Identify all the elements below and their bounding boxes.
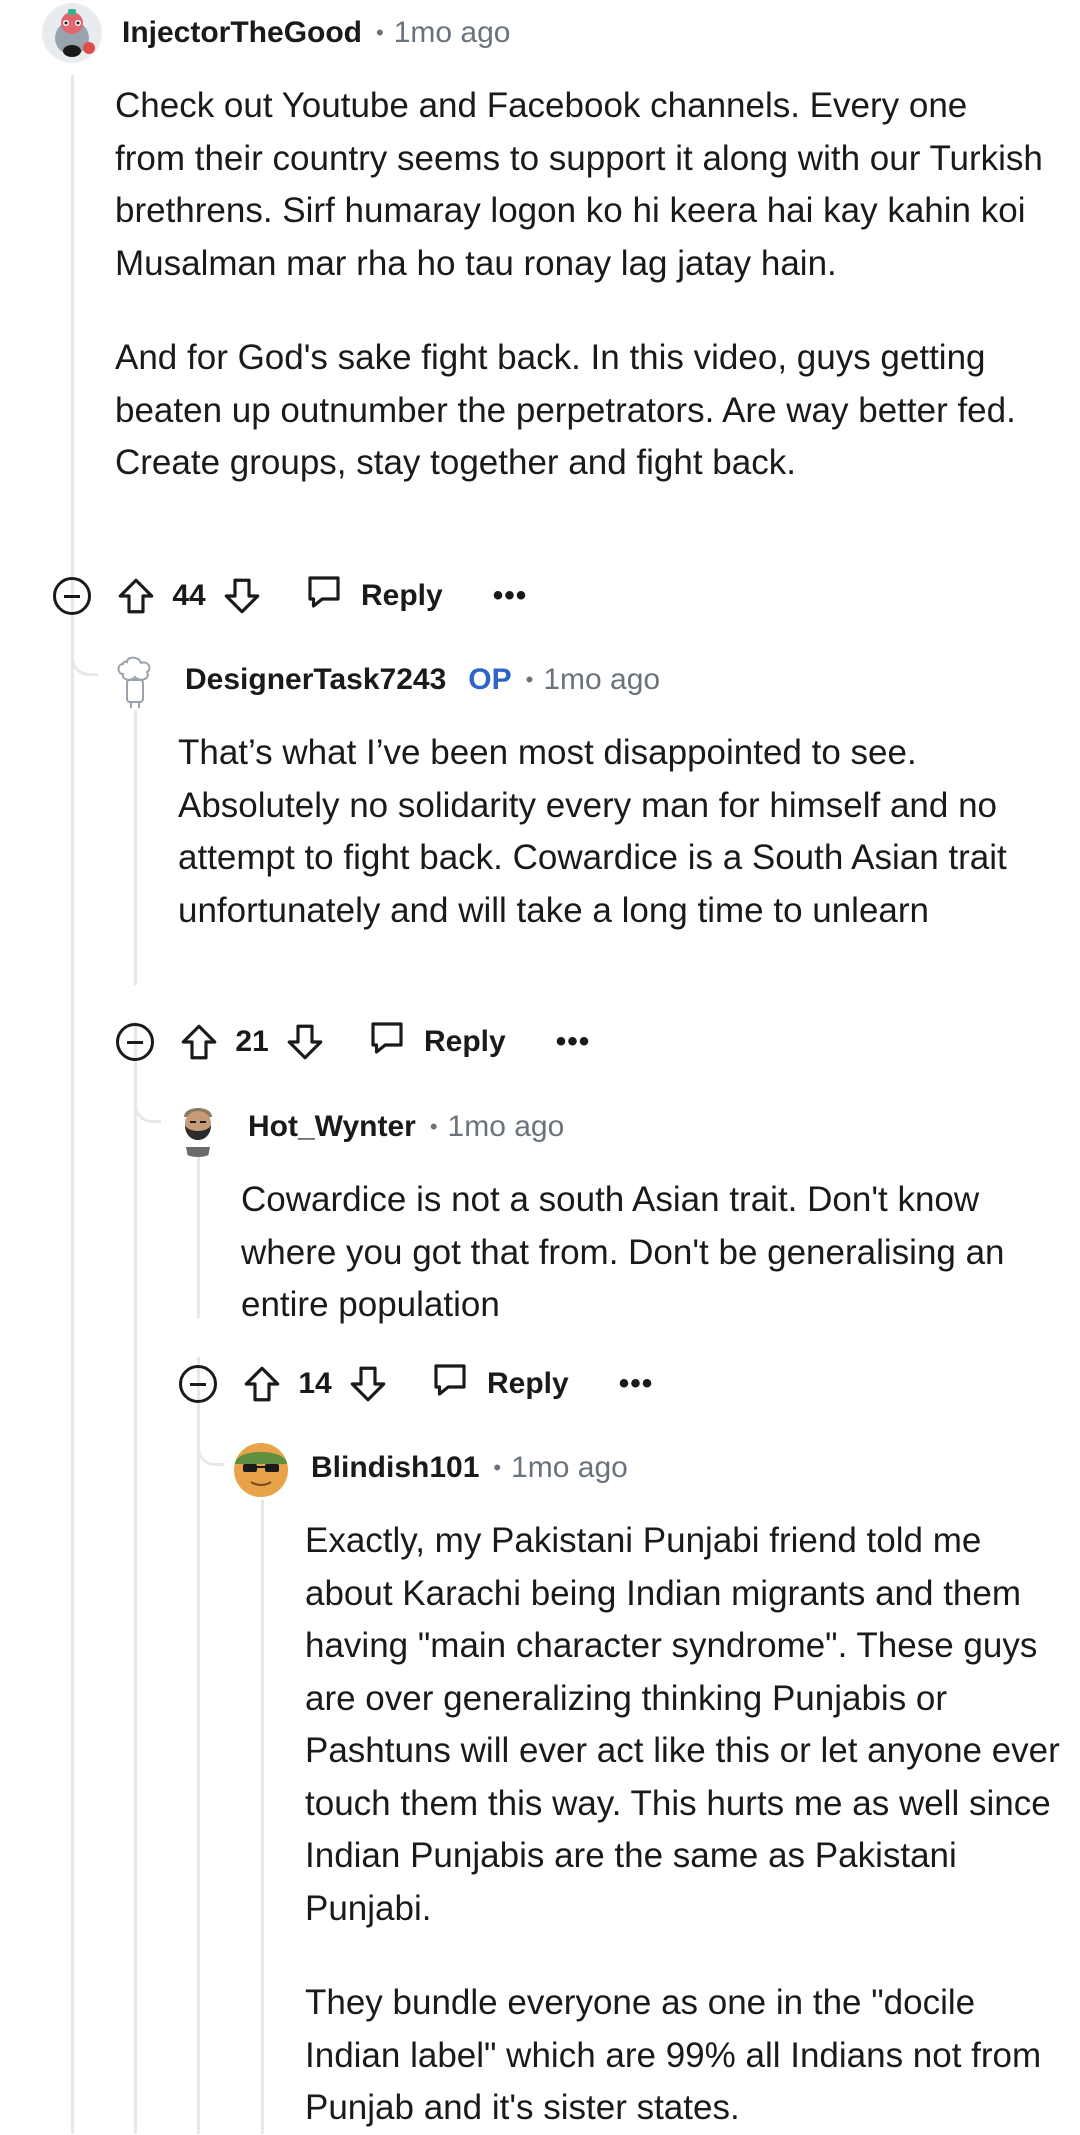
upvote-icon[interactable] <box>241 1363 283 1405</box>
more-options-button[interactable]: ••• <box>556 1025 591 1059</box>
thread-line-level-4[interactable] <box>261 1500 264 2134</box>
collapse-thread-button[interactable] <box>179 1365 217 1403</box>
comment-body: That’s what I’ve been most disappointed … <box>178 727 1058 937</box>
reply-label: Reply <box>361 579 443 612</box>
comment-bubble-icon <box>429 1359 487 1409</box>
paragraph: That’s what I’ve been most disappointed … <box>178 733 1007 930</box>
comment-actions: 14 Reply ••• <box>179 1354 653 1414</box>
avatar[interactable] <box>42 3 102 63</box>
comment-body: Check out Youtube and Facebook channels.… <box>115 80 1045 490</box>
username[interactable]: Blindish101 <box>311 1451 479 1485</box>
comment-header: Hot_Wynter • 1mo ago <box>168 1097 564 1157</box>
more-options-button[interactable]: ••• <box>619 1367 654 1401</box>
thread-line-level-2-top[interactable] <box>134 710 137 985</box>
timestamp-text: 1mo ago <box>447 1110 565 1143</box>
vote-controls: 44 <box>115 575 263 617</box>
vote-score: 44 <box>172 579 206 612</box>
op-badge: OP <box>468 663 512 696</box>
timestamp-text: 1mo ago <box>393 16 511 49</box>
reply-label: Reply <box>487 1367 569 1400</box>
timestamp: • 1mo ago <box>525 663 661 696</box>
comment-bubble-icon <box>366 1017 424 1067</box>
upvote-icon[interactable] <box>115 575 157 617</box>
avatar[interactable] <box>168 1097 228 1157</box>
vote-controls: 21 <box>178 1021 326 1063</box>
avatar[interactable] <box>231 1438 291 1498</box>
vote-score: 21 <box>235 1025 269 1058</box>
timestamp: • 1mo ago <box>493 1451 628 1484</box>
thread-elbow-3 <box>197 1441 224 1466</box>
upvote-icon[interactable] <box>178 1021 220 1063</box>
comment-bubble-icon <box>303 571 361 621</box>
reply-button[interactable]: Reply <box>303 571 443 621</box>
timestamp: • 1mo ago <box>429 1110 565 1143</box>
timestamp: • 1mo ago <box>376 16 511 49</box>
comment-header: Blindish101 • 1mo ago <box>231 1438 628 1498</box>
avatar[interactable] <box>105 650 165 710</box>
paragraph: Check out Youtube and Facebook channels.… <box>115 86 1043 283</box>
vote-score: 14 <box>298 1367 332 1400</box>
more-options-button[interactable]: ••• <box>493 579 528 613</box>
collapse-thread-button[interactable] <box>53 577 91 615</box>
timestamp-text: 1mo ago <box>543 663 661 696</box>
comment-actions: 44 Reply ••• <box>53 566 527 626</box>
reply-button[interactable]: Reply <box>429 1359 569 1409</box>
comment-header: DesignerTask7243 OP • 1mo ago <box>105 650 660 710</box>
reply-button[interactable]: Reply <box>366 1017 506 1067</box>
reply-label: Reply <box>424 1025 506 1058</box>
collapse-thread-button[interactable] <box>116 1023 154 1061</box>
comment-body: Exactly, my Pakistani Punjabi friend tol… <box>305 1515 1065 2135</box>
paragraph: And for God's sake fight back. In this v… <box>115 338 1016 482</box>
thread-line-level-1[interactable] <box>71 75 74 2134</box>
thread-elbow-2 <box>134 1098 161 1123</box>
paragraph: Cowardice is not a south Asian trait. Do… <box>241 1180 1005 1324</box>
comment-body: Cowardice is not a south Asian trait. Do… <box>241 1174 1061 1332</box>
thread-elbow-1 <box>71 651 98 676</box>
comment-header: InjectorTheGood • 1mo ago <box>42 3 510 63</box>
username[interactable]: Hot_Wynter <box>248 1110 416 1144</box>
thread-line-level-3[interactable] <box>197 1357 200 2134</box>
thread-line-level-3-top[interactable] <box>197 1148 200 1318</box>
thread-line-level-2[interactable] <box>134 1022 137 2134</box>
username[interactable]: InjectorTheGood <box>122 16 362 50</box>
paragraph: Exactly, my Pakistani Punjabi friend tol… <box>305 1521 1060 1928</box>
timestamp-text: 1mo ago <box>511 1451 628 1484</box>
downvote-icon[interactable] <box>221 575 263 617</box>
vote-controls: 14 <box>241 1363 389 1405</box>
downvote-icon[interactable] <box>347 1363 389 1405</box>
paragraph: They bundle everyone as one in the "doci… <box>305 1983 1042 2127</box>
downvote-icon[interactable] <box>284 1021 326 1063</box>
comment-actions: 21 Reply ••• <box>116 1012 590 1072</box>
username[interactable]: DesignerTask7243 <box>185 663 446 697</box>
